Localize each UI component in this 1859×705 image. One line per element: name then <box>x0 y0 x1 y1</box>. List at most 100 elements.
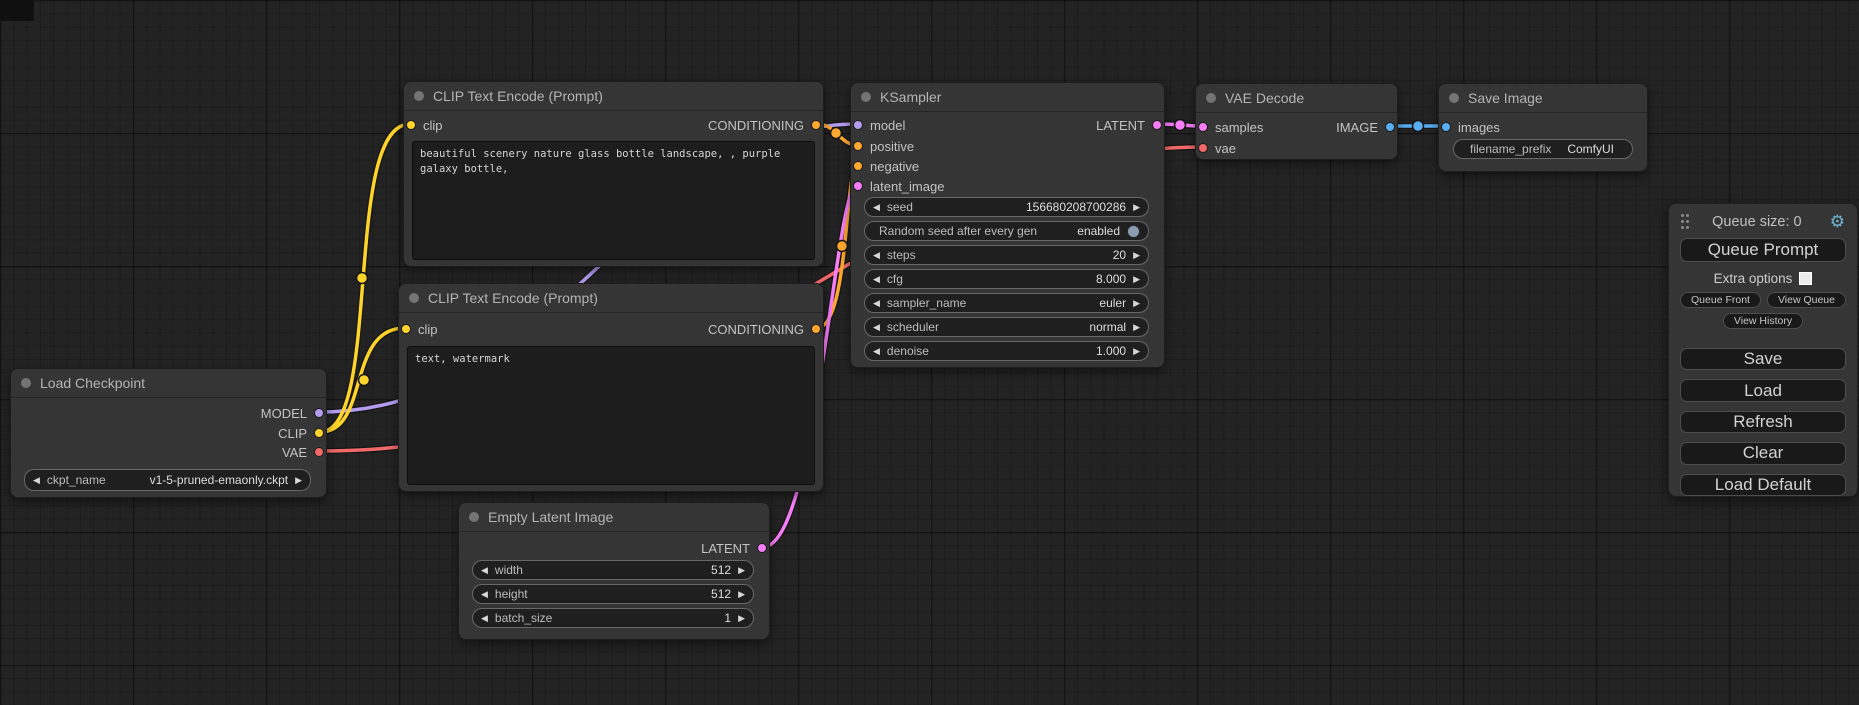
link-dot <box>357 273 368 284</box>
ckpt-name-widget[interactable]: ckpt_name v1-5-pruned-emaonly.ckpt <box>24 469 311 491</box>
toggle-dot-icon[interactable] <box>1127 225 1140 238</box>
increment-arrow-icon[interactable] <box>1133 347 1140 356</box>
comfyui-canvas[interactable]: { "colors": { "model": "#b49cf0", "clip"… <box>0 0 1859 705</box>
cfg-widget[interactable]: cfg 8.000 <box>864 269 1149 289</box>
clip-output-dot[interactable] <box>314 428 324 438</box>
increment-arrow-icon[interactable] <box>1133 275 1140 284</box>
output-conditioning: CONDITIONING <box>708 115 821 135</box>
prompt-textarea[interactable]: beautiful scenery nature glass bottle la… <box>412 141 815 260</box>
queue-small-buttons: Queue Front View Queue <box>1680 292 1846 308</box>
collapse-dot-icon[interactable] <box>469 512 479 522</box>
vae-input-dot[interactable] <box>1198 143 1208 153</box>
batch-size-widget[interactable]: batch_size 1 <box>472 608 754 628</box>
collapse-dot-icon[interactable] <box>21 378 31 388</box>
view-queue-button[interactable]: View Queue <box>1767 292 1846 308</box>
queue-prompt-button[interactable]: Queue Prompt <box>1680 238 1846 262</box>
prev-arrow-icon[interactable] <box>873 299 880 308</box>
increment-arrow-icon[interactable] <box>738 614 745 623</box>
model-output-dot[interactable] <box>314 408 324 418</box>
node-title: VAE Decode <box>1225 90 1304 106</box>
collapse-dot-icon[interactable] <box>409 293 419 303</box>
filename-prefix-widget[interactable]: filename_prefix ComfyUI <box>1453 139 1633 159</box>
node-title-bar[interactable]: Save Image <box>1439 84 1647 113</box>
view-history-button[interactable]: View History <box>1723 313 1803 329</box>
collapse-dot-icon[interactable] <box>1206 93 1216 103</box>
conditioning-output-dot[interactable] <box>811 324 821 334</box>
input-samples: samples <box>1198 117 1263 137</box>
decrement-arrow-icon[interactable] <box>481 590 488 599</box>
save-button[interactable]: Save <box>1680 348 1846 370</box>
random-seed-toggle-widget[interactable]: Random seed after every gen enabled <box>864 221 1149 241</box>
queue-panel-header: Queue size: 0 ⚙ <box>1669 213 1857 230</box>
sampler-name-widget[interactable]: sampler_name euler <box>864 293 1149 313</box>
increment-arrow-icon[interactable] <box>1133 251 1140 260</box>
seed-widget[interactable]: seed 156680208700286 <box>864 197 1149 217</box>
next-arrow-icon[interactable] <box>1133 299 1140 308</box>
extra-options-checkbox[interactable] <box>1799 272 1812 285</box>
collapse-dot-icon[interactable] <box>1449 93 1459 103</box>
extra-options-label: Extra options <box>1714 271 1793 286</box>
height-widget[interactable]: height 512 <box>472 584 754 604</box>
prompt-textarea[interactable]: text, watermark <box>407 346 815 485</box>
node-clip-text-encode-positive: CLIP Text Encode (Prompt) clip CONDITION… <box>403 81 824 267</box>
node-title-bar[interactable]: Empty Latent Image <box>459 503 769 532</box>
input-positive: positive <box>853 136 914 156</box>
prev-arrow-icon[interactable] <box>33 476 40 485</box>
link-dot <box>837 241 848 252</box>
queue-size-label: Queue size: 0 <box>1684 214 1830 230</box>
queue-history-row: View History <box>1723 313 1803 329</box>
clear-button[interactable]: Clear <box>1680 442 1846 464</box>
increment-arrow-icon[interactable] <box>1133 203 1140 212</box>
clip-input-dot[interactable] <box>401 324 411 334</box>
decrement-arrow-icon[interactable] <box>481 614 488 623</box>
extra-options-row: Extra options <box>1714 271 1813 286</box>
gear-icon[interactable]: ⚙ <box>1830 213 1845 230</box>
prev-arrow-icon[interactable] <box>873 323 880 332</box>
width-widget[interactable]: width 512 <box>472 560 754 580</box>
scheduler-widget[interactable]: scheduler normal <box>864 317 1149 337</box>
collapse-dot-icon[interactable] <box>414 91 424 101</box>
collapse-dot-icon[interactable] <box>861 92 871 102</box>
positive-input-dot[interactable] <box>853 141 863 151</box>
decrement-arrow-icon[interactable] <box>873 275 880 284</box>
decrement-arrow-icon[interactable] <box>481 566 488 575</box>
decrement-arrow-icon[interactable] <box>873 347 880 356</box>
next-arrow-icon[interactable] <box>295 476 302 485</box>
input-clip: clip <box>401 319 438 339</box>
latent-image-input-dot[interactable] <box>853 181 863 191</box>
node-clip-text-encode-negative: CLIP Text Encode (Prompt) clip CONDITION… <box>398 283 824 492</box>
conditioning-output-dot[interactable] <box>811 120 821 130</box>
node-ksampler: KSampler model LATENT positive negative … <box>850 82 1165 368</box>
negative-input-dot[interactable] <box>853 161 863 171</box>
node-load-checkpoint: Load Checkpoint MODEL CLIP VAE ckpt_name… <box>10 368 327 498</box>
increment-arrow-icon[interactable] <box>738 566 745 575</box>
refresh-button[interactable]: Refresh <box>1680 411 1846 433</box>
node-title-bar[interactable]: KSampler <box>851 83 1164 112</box>
increment-arrow-icon[interactable] <box>738 590 745 599</box>
clip-input-dot[interactable] <box>406 120 416 130</box>
images-input-dot[interactable] <box>1441 122 1451 132</box>
latent-output-dot[interactable] <box>1152 120 1162 130</box>
node-title: Load Checkpoint <box>40 375 145 391</box>
queue-panel: Queue size: 0 ⚙ Queue Prompt Extra optio… <box>1668 203 1858 497</box>
node-title-bar[interactable]: CLIP Text Encode (Prompt) <box>399 284 823 313</box>
latent-output-dot[interactable] <box>757 543 767 553</box>
load-button[interactable]: Load <box>1680 379 1846 401</box>
next-arrow-icon[interactable] <box>1133 323 1140 332</box>
steps-widget[interactable]: steps 20 <box>864 245 1149 265</box>
node-title-bar[interactable]: VAE Decode <box>1196 84 1397 113</box>
node-title-bar[interactable]: Load Checkpoint <box>11 369 326 398</box>
vae-output-dot[interactable] <box>314 447 324 457</box>
decrement-arrow-icon[interactable] <box>873 203 880 212</box>
image-output-dot[interactable] <box>1385 122 1395 132</box>
node-title-bar[interactable]: CLIP Text Encode (Prompt) <box>404 82 823 111</box>
denoise-widget[interactable]: denoise 1.000 <box>864 341 1149 361</box>
queue-front-button[interactable]: Queue Front <box>1680 292 1761 308</box>
samples-input-dot[interactable] <box>1198 122 1208 132</box>
model-input-dot[interactable] <box>853 120 863 130</box>
node-vae-decode: VAE Decode samples IMAGE vae <box>1195 83 1398 160</box>
decrement-arrow-icon[interactable] <box>873 251 880 260</box>
node-title: CLIP Text Encode (Prompt) <box>433 88 603 104</box>
load-default-button[interactable]: Load Default <box>1680 474 1846 496</box>
input-model: model <box>853 115 905 135</box>
